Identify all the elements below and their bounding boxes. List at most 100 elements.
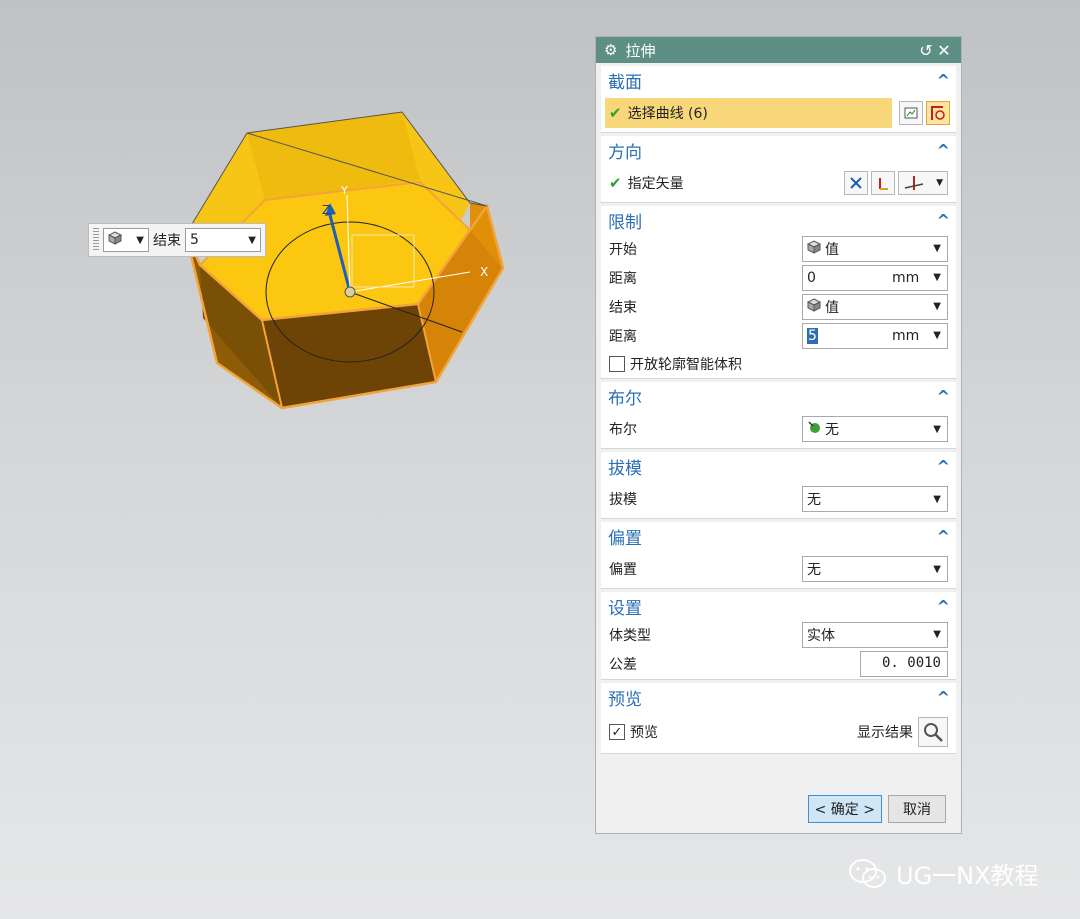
- cube-icon: [107, 231, 123, 249]
- section-offset-header[interactable]: 偏置 ^: [601, 522, 956, 550]
- body-type-value: 实体: [807, 627, 835, 644]
- offset-label: 偏置: [609, 562, 637, 578]
- start-type-dropdown[interactable]: 值 ▼: [802, 235, 948, 262]
- collapse-icon[interactable]: ^: [937, 141, 950, 160]
- dialog-titlebar[interactable]: ⚙ 拉伸 ↺ ✕: [596, 37, 961, 63]
- end-type-value: 值: [825, 299, 839, 316]
- end-label: 结束: [609, 299, 637, 316]
- chevron-down-icon: ▼: [248, 234, 256, 246]
- reverse-direction-button[interactable]: [844, 171, 868, 195]
- draft-dropdown[interactable]: 无 ▼: [802, 486, 948, 512]
- start-distance-value: 0: [807, 269, 816, 286]
- watermark: UG一NX教程: [848, 856, 1039, 891]
- section-direction: 方向 ^ ✔ 指定矢量 ▼: [601, 136, 956, 203]
- show-result-button[interactable]: [918, 717, 948, 747]
- section-direction-title: 方向: [608, 142, 642, 163]
- reset-icon[interactable]: ↺: [917, 41, 935, 60]
- section-settings-title: 设置: [608, 598, 642, 619]
- body-type-dropdown[interactable]: 实体 ▼: [802, 621, 948, 648]
- tolerance-input[interactable]: 0. 0010: [860, 651, 948, 677]
- section-limits-header[interactable]: 限制 ^: [601, 206, 956, 234]
- float-end-input[interactable]: 5 ▼: [185, 228, 261, 252]
- close-icon[interactable]: ✕: [935, 41, 953, 60]
- boolean-dropdown[interactable]: 无 ▼: [802, 416, 948, 442]
- chevron-down-icon: ▼: [933, 243, 941, 254]
- section-limits-title: 限制: [608, 212, 642, 233]
- magnifier-icon: [924, 723, 943, 742]
- chevron-down-icon: ▼: [933, 493, 941, 505]
- open-profile-checkbox[interactable]: [609, 356, 625, 372]
- axis-z-label: Z: [322, 203, 330, 217]
- chevron-down-icon: ▼: [933, 330, 941, 341]
- float-end-label: 结束: [153, 233, 181, 249]
- sketch-icon: [904, 107, 918, 119]
- reverse-direction-icon: [850, 177, 862, 189]
- body-type-label: 体类型: [609, 627, 651, 644]
- section-draft-title: 拔模: [608, 458, 642, 479]
- section-preview-header[interactable]: 预览 ^: [601, 683, 956, 711]
- vector-type-dropdown[interactable]: ▼: [898, 171, 948, 195]
- wechat-icon: [849, 858, 886, 888]
- section-draft-header[interactable]: 拔模 ^: [601, 452, 956, 480]
- select-curve-row[interactable]: ✔ 选择曲线 (6): [605, 98, 892, 128]
- value-type-dropdown[interactable]: ▼: [103, 228, 149, 252]
- curve-select-button[interactable]: [926, 101, 950, 125]
- cancel-button[interactable]: 取消: [888, 795, 946, 823]
- section-boolean: 布尔 ^ 布尔 无 ▼: [601, 382, 956, 449]
- section-offset-title: 偏置: [608, 528, 642, 549]
- collapse-icon[interactable]: ^: [937, 527, 950, 546]
- section-settings-header[interactable]: 设置 ^: [601, 592, 956, 620]
- start-distance-unit: mm: [892, 269, 920, 286]
- boolean-value: 无: [825, 422, 839, 438]
- chevron-down-icon: ▼: [936, 178, 943, 188]
- watermark-text: UG一NX教程: [896, 862, 1039, 890]
- vector-axis-icon: [904, 176, 924, 190]
- draft-label: 拔模: [609, 492, 637, 508]
- section-draft: 拔模 ^ 拔模 无 ▼: [601, 452, 956, 519]
- section-cut-header[interactable]: 截面 ^: [601, 66, 956, 94]
- curve-icon: [931, 106, 945, 120]
- section-cut-title: 截面: [608, 72, 642, 93]
- chevron-down-icon: ▼: [933, 272, 941, 283]
- chevron-down-icon: ▼: [933, 301, 941, 312]
- collapse-icon[interactable]: ^: [937, 387, 950, 406]
- end-type-dropdown[interactable]: 值 ▼: [802, 293, 948, 320]
- dialog-title: 拉伸: [625, 41, 656, 60]
- section-limits: 限制 ^ 开始 值 ▼ 距离 0 mm ▼ 结束 值 ▼ 距离 5 mm ▼ 开…: [601, 206, 956, 379]
- boolean-none-icon: [807, 420, 821, 438]
- vector-dialog-icon: [879, 178, 888, 190]
- offset-dropdown[interactable]: 无 ▼: [802, 556, 948, 582]
- chevron-down-icon: ▼: [933, 629, 941, 640]
- show-result-label: 显示结果: [857, 725, 913, 741]
- preview-checkbox[interactable]: ✓: [609, 724, 625, 740]
- end-distance-value: 5: [807, 327, 818, 344]
- collapse-icon[interactable]: ^: [937, 71, 950, 90]
- collapse-icon[interactable]: ^: [937, 597, 950, 616]
- section-direction-header[interactable]: 方向 ^: [601, 136, 956, 164]
- section-boolean-header[interactable]: 布尔 ^: [601, 382, 956, 410]
- collapse-icon[interactable]: ^: [937, 211, 950, 230]
- gear-icon[interactable]: ⚙: [604, 41, 617, 59]
- sketch-section-button[interactable]: [899, 101, 923, 125]
- section-offset: 偏置 ^ 偏置 无 ▼: [601, 522, 956, 589]
- start-distance-input[interactable]: 0 mm ▼: [802, 264, 948, 291]
- extrude-dialog: ⚙ 拉伸 ↺ ✕ 截面 ^ ✔ 选择曲线 (6) 方向 ^ ✔ 指定矢量 ▼ 限…: [595, 36, 962, 834]
- end-distance-input[interactable]: 5 mm ▼: [802, 322, 948, 349]
- check-icon: ✔: [609, 174, 622, 192]
- ok-button[interactable]: < 确定 >: [807, 795, 882, 823]
- section-preview: 预览 ^ ✓ 预览 显示结果: [601, 683, 956, 754]
- specify-vector-label: 指定矢量: [627, 176, 684, 192]
- chevron-down-icon: ▼: [933, 563, 941, 575]
- dialog-footer: < 确定 > 取消: [601, 789, 956, 829]
- draft-value: 无: [807, 492, 821, 508]
- end-distance-unit: mm: [892, 327, 920, 344]
- vector-dialog-button[interactable]: [871, 171, 895, 195]
- collapse-icon[interactable]: ^: [937, 688, 950, 707]
- preview-label: 预览: [630, 725, 658, 741]
- collapse-icon[interactable]: ^: [937, 457, 950, 476]
- boolean-label: 布尔: [609, 422, 637, 438]
- end-distance-label: 距离: [609, 328, 637, 345]
- float-end-value: 5: [190, 232, 199, 248]
- drag-grip[interactable]: [93, 228, 99, 252]
- open-profile-label: 开放轮廓智能体积: [630, 357, 742, 373]
